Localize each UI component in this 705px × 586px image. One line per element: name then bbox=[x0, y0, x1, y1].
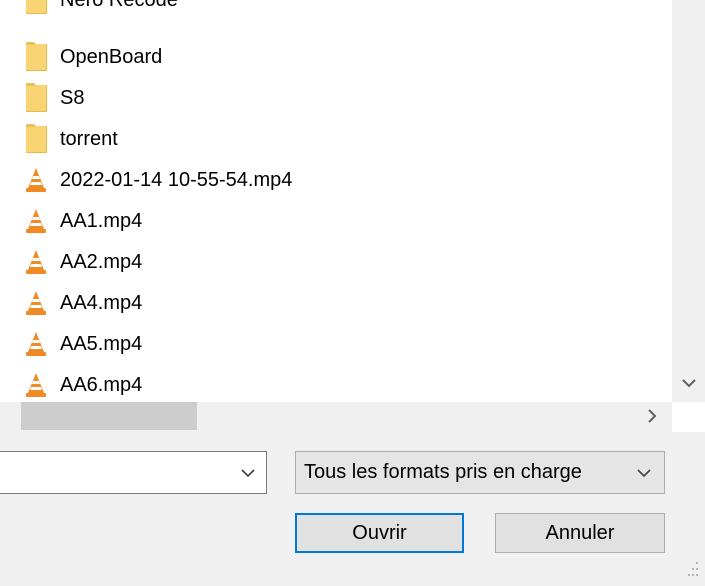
scroll-corner bbox=[672, 402, 705, 432]
file-name: AA5.mp4 bbox=[60, 333, 143, 355]
open-button[interactable]: Ouvrir bbox=[295, 513, 464, 553]
list-item[interactable]: OpenBoard bbox=[22, 40, 162, 74]
file-name: torrent bbox=[60, 128, 118, 150]
file-name: AA1.mp4 bbox=[60, 210, 143, 232]
scroll-down-button[interactable] bbox=[672, 366, 705, 400]
list-item[interactable]: AA1.mp4 bbox=[22, 204, 142, 238]
file-name: Nero Recode bbox=[60, 0, 178, 11]
chevron-right-icon bbox=[648, 409, 657, 423]
vlc-cone-icon bbox=[22, 207, 50, 235]
cancel-button[interactable]: Annuler bbox=[495, 513, 665, 553]
filename-combobox[interactable] bbox=[0, 451, 267, 494]
scroll-right-button[interactable] bbox=[632, 402, 672, 430]
chevron-down-icon bbox=[637, 469, 651, 478]
folder-icon bbox=[22, 123, 50, 153]
folder-icon bbox=[22, 41, 50, 71]
list-item[interactable]: S8 bbox=[22, 81, 84, 115]
file-list[interactable]: Nero Recode OpenBoard S8 torrent 2022-01… bbox=[0, 0, 705, 402]
file-name: OpenBoard bbox=[60, 46, 163, 68]
file-name: AA6.mp4 bbox=[60, 374, 143, 396]
filetype-select[interactable]: Tous les formats pris en charge bbox=[295, 451, 665, 494]
vlc-cone-icon bbox=[22, 330, 50, 358]
list-item[interactable]: AA2.mp4 bbox=[22, 245, 142, 279]
filetype-selected: Tous les formats pris en charge bbox=[304, 461, 582, 483]
list-item[interactable]: AA4.mp4 bbox=[22, 286, 142, 320]
folder-icon bbox=[22, 0, 50, 14]
horizontal-scroll-thumb[interactable] bbox=[21, 402, 197, 430]
file-name: AA2.mp4 bbox=[60, 251, 143, 273]
vlc-cone-icon bbox=[22, 248, 50, 276]
chevron-down-icon bbox=[681, 379, 696, 388]
list-item[interactable]: torrent bbox=[22, 122, 118, 156]
folder-icon bbox=[22, 82, 50, 112]
list-item[interactable]: AA5.mp4 bbox=[22, 327, 142, 361]
file-name: S8 bbox=[60, 87, 85, 109]
chevron-down-icon[interactable] bbox=[238, 463, 258, 483]
vertical-scrollbar[interactable] bbox=[672, 0, 705, 402]
vlc-cone-icon bbox=[22, 166, 50, 194]
vlc-cone-icon bbox=[22, 371, 50, 399]
file-name: 2022-01-14 10-55-54.mp4 bbox=[60, 169, 293, 191]
file-name: AA4.mp4 bbox=[60, 292, 143, 314]
list-item[interactable]: Nero Recode bbox=[22, 0, 178, 17]
vlc-cone-icon bbox=[22, 289, 50, 317]
resize-grip-icon[interactable] bbox=[678, 556, 702, 584]
list-item[interactable]: 2022-01-14 10-55-54.mp4 bbox=[22, 163, 292, 197]
list-item[interactable]: AA6.mp4 bbox=[22, 368, 142, 402]
